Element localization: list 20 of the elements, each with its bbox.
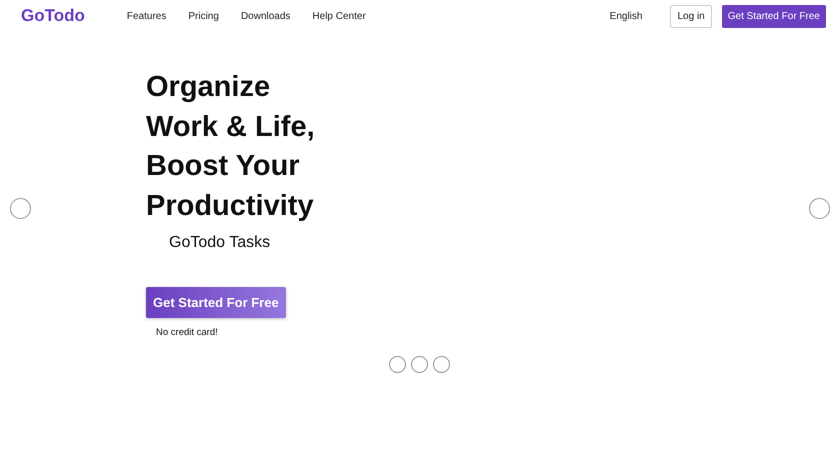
nav-link[interactable]: Help Center [312, 10, 366, 22]
no-credit-card-note: No credit card! [156, 327, 218, 338]
login-button[interactable]: Log in [670, 4, 712, 28]
language-selector[interactable]: English [610, 10, 642, 22]
hero-heading: Work & Life, [146, 110, 315, 144]
nav-link[interactable]: Features [126, 10, 166, 22]
next-slide-button[interactable] [809, 198, 830, 219]
signup-button[interactable]: Get Started For Free [722, 4, 826, 28]
hero-subtitle: GoTodo Tasks [169, 234, 270, 252]
carousel-dot[interactable] [388, 356, 406, 373]
carousel-dot[interactable] [410, 356, 428, 373]
get-started-button[interactable]: Get Started For Free [146, 287, 286, 318]
hero-heading: Productivity [146, 188, 314, 224]
nav-link[interactable]: Pricing [188, 10, 219, 22]
previous-slide-button[interactable] [10, 198, 31, 219]
carousel-dot[interactable] [432, 356, 450, 373]
hero-heading: Boost Your [146, 149, 300, 184]
hero-heading: Organize [146, 70, 270, 105]
nav-link[interactable]: Downloads [240, 10, 290, 22]
logo[interactable]: GoTodo [21, 6, 85, 26]
